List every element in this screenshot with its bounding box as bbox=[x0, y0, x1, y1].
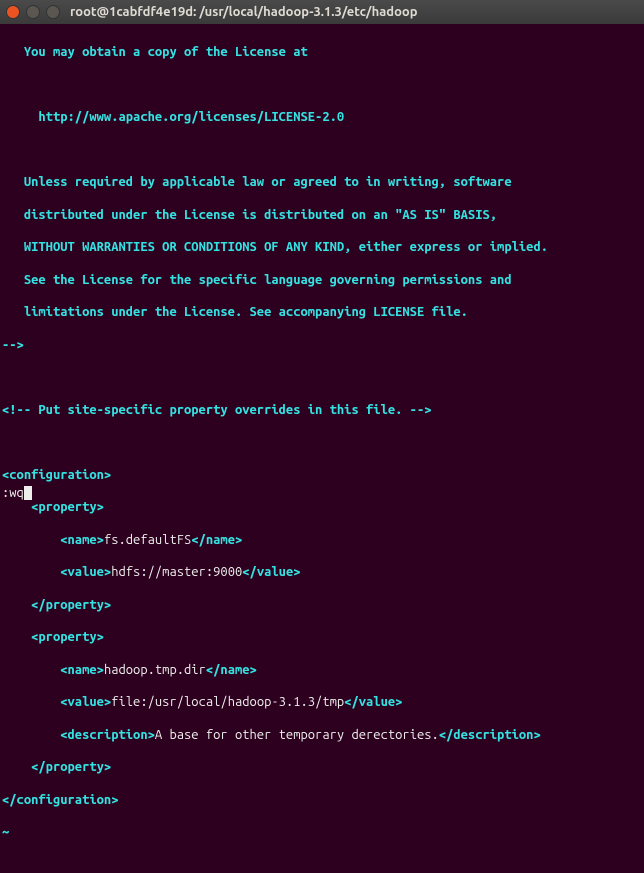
minimize-icon[interactable] bbox=[26, 5, 40, 19]
property-close: </property> bbox=[2, 597, 638, 613]
configuration-open: <configuration> bbox=[2, 467, 638, 483]
blank-line bbox=[2, 369, 638, 385]
maximize-icon[interactable] bbox=[46, 5, 60, 19]
vim-tilde: ~ bbox=[2, 824, 638, 840]
license-url: http://www.apache.org/licenses/LICENSE-2… bbox=[2, 109, 638, 125]
site-comment: <!-- Put site-specific property override… bbox=[2, 402, 638, 418]
blank-line bbox=[2, 77, 638, 93]
license-line: See the License for the specific languag… bbox=[2, 272, 638, 288]
blank-line bbox=[2, 142, 638, 158]
value-line: <value>hdfs://master:9000</value> bbox=[2, 564, 638, 580]
terminal-viewport[interactable]: You may obtain a copy of the License at … bbox=[0, 24, 644, 507]
close-icon[interactable] bbox=[6, 5, 20, 19]
name-line: <name>fs.defaultFS</name> bbox=[2, 532, 638, 548]
property-open: <property> bbox=[2, 499, 638, 515]
license-line: distributed under the License is distrib… bbox=[2, 207, 638, 223]
property-open: <property> bbox=[2, 629, 638, 645]
blank-line bbox=[2, 434, 638, 450]
cursor-icon bbox=[24, 486, 32, 500]
description-line: <description>A base for other temporary … bbox=[2, 727, 638, 743]
comment-close: --> bbox=[2, 337, 638, 353]
license-line: limitations under the License. See accom… bbox=[2, 304, 638, 320]
property-close: </property> bbox=[2, 759, 638, 775]
vim-command: :wq bbox=[2, 486, 24, 500]
license-line: Unless required by applicable law or agr… bbox=[2, 174, 638, 190]
value-line: <value>file:/usr/local/hadoop-3.1.3/tmp<… bbox=[2, 694, 638, 710]
vim-command-line[interactable]: :wq bbox=[2, 485, 32, 501]
configuration-close: </configuration> bbox=[2, 792, 638, 808]
license-line: WITHOUT WARRANTIES OR CONDITIONS OF ANY … bbox=[2, 239, 638, 255]
window-titlebar: root@1cabfdf4e19d: /usr/local/hadoop-3.1… bbox=[0, 0, 644, 24]
name-line: <name>hadoop.tmp.dir</name> bbox=[2, 662, 638, 678]
window-title: root@1cabfdf4e19d: /usr/local/hadoop-3.1… bbox=[70, 5, 418, 19]
license-line: You may obtain a copy of the License at bbox=[2, 44, 638, 60]
